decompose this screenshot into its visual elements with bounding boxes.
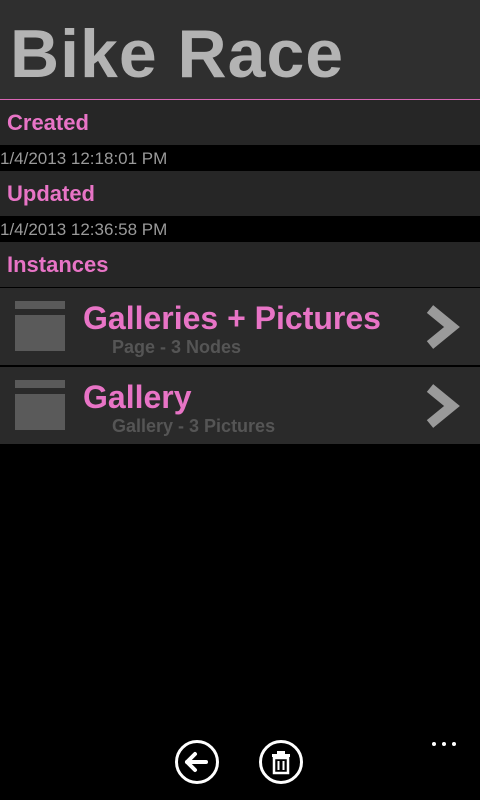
instance-title: Galleries + Pictures xyxy=(83,300,381,336)
created-label: Created xyxy=(7,110,89,135)
created-value: 1/4/2013 12:18:01 PM xyxy=(0,149,168,168)
app-root: Bike Race Created 1/4/2013 12:18:01 PM U… xyxy=(0,0,480,800)
page-icon xyxy=(15,301,65,351)
instance-subtitle: Gallery - 3 Pictures xyxy=(112,416,276,436)
more-dots-icon[interactable] xyxy=(426,736,462,752)
delete-button[interactable] xyxy=(259,740,303,784)
instance-row[interactable]: Galleries + Pictures Page - 3 Nodes xyxy=(0,288,480,365)
back-button[interactable] xyxy=(175,740,219,784)
app-bar xyxy=(0,730,480,800)
chevron-right-icon xyxy=(426,305,460,349)
instance-subtitle: Page - 3 Nodes xyxy=(112,337,242,357)
instances-header: Instances xyxy=(0,242,480,287)
updated-header: Updated xyxy=(0,171,480,216)
back-arrow-icon xyxy=(185,752,208,772)
instance-title: Gallery xyxy=(83,379,192,415)
trash-icon xyxy=(272,751,290,775)
instances-label: Instances xyxy=(7,252,109,277)
title-bar: Bike Race xyxy=(0,0,480,100)
created-header: Created xyxy=(0,100,480,145)
page-title: Bike Race xyxy=(10,16,345,92)
instance-row[interactable]: Gallery Gallery - 3 Pictures xyxy=(0,367,480,444)
chevron-right-icon xyxy=(426,384,460,428)
updated-label: Updated xyxy=(7,181,95,206)
page-icon xyxy=(15,380,65,430)
updated-value: 1/4/2013 12:36:58 PM xyxy=(0,220,168,239)
